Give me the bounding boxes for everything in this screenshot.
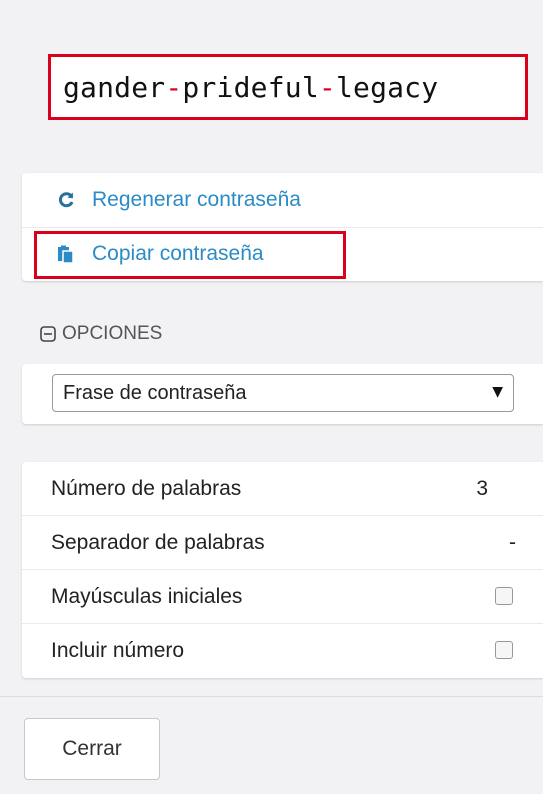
setting-row-capitalize[interactable]: Mayúsculas iniciales bbox=[22, 570, 543, 624]
word-separator-value: - bbox=[509, 531, 516, 554]
setting-label: Incluir número bbox=[51, 639, 185, 662]
options-toggle[interactable]: OPCIONES bbox=[40, 323, 162, 345]
capitalize-checkbox[interactable] bbox=[495, 587, 513, 605]
setting-row-word-separator[interactable]: Separador de palabras - bbox=[22, 516, 543, 570]
setting-label: Separador de palabras bbox=[51, 531, 265, 554]
triangle-down-icon: ▼ bbox=[492, 384, 503, 400]
setting-row-num-words[interactable]: Número de palabras 3 bbox=[22, 462, 543, 516]
generated-password: gander-prideful-legacy bbox=[63, 71, 438, 104]
generated-password-box: gander-prideful-legacy bbox=[48, 54, 528, 120]
options-header-label: OPCIONES bbox=[62, 323, 163, 344]
password-word-1: gander bbox=[63, 71, 166, 104]
password-word-2: prideful bbox=[182, 71, 319, 104]
include-number-checkbox[interactable] bbox=[495, 641, 513, 659]
regenerate-password-label: Regenerar contraseña bbox=[92, 188, 301, 211]
password-separator-2: - bbox=[318, 71, 336, 104]
type-select-card: Frase de contraseña ▼ bbox=[22, 364, 543, 424]
generator-type-value: Frase de contraseña bbox=[63, 381, 247, 404]
password-word-3: legacy bbox=[335, 71, 439, 104]
num-words-value: 3 bbox=[476, 477, 488, 500]
setting-label: Mayúsculas iniciales bbox=[51, 585, 243, 608]
setting-label: Número de palabras bbox=[51, 477, 242, 500]
minus-square-icon bbox=[40, 326, 56, 342]
close-button[interactable]: Cerrar bbox=[24, 718, 160, 780]
copy-highlight-box bbox=[34, 231, 346, 279]
footer-divider bbox=[0, 696, 543, 697]
refresh-icon bbox=[56, 190, 76, 210]
password-separator-1: - bbox=[165, 71, 183, 104]
settings-list: Número de palabras 3 Separador de palabr… bbox=[22, 462, 543, 678]
generator-type-select[interactable]: Frase de contraseña ▼ bbox=[52, 374, 514, 412]
setting-row-include-number[interactable]: Incluir número bbox=[22, 624, 543, 678]
regenerate-password-button[interactable]: Regenerar contraseña bbox=[22, 173, 543, 228]
